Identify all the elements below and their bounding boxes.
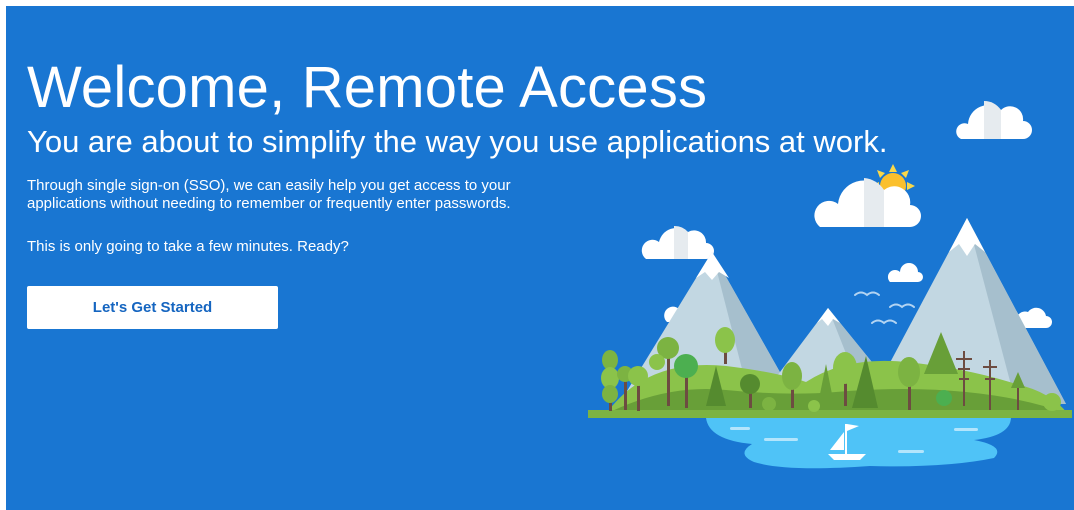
small-cloud-icon xyxy=(887,263,923,282)
cloud-icon xyxy=(956,100,1032,139)
welcome-panel: Welcome, Remote Access You are about to … xyxy=(6,6,1074,510)
birds-icon xyxy=(854,291,915,325)
mountain-landscape-illustration xyxy=(588,100,1072,469)
cloud-icon xyxy=(641,225,714,259)
lake xyxy=(706,418,1011,469)
